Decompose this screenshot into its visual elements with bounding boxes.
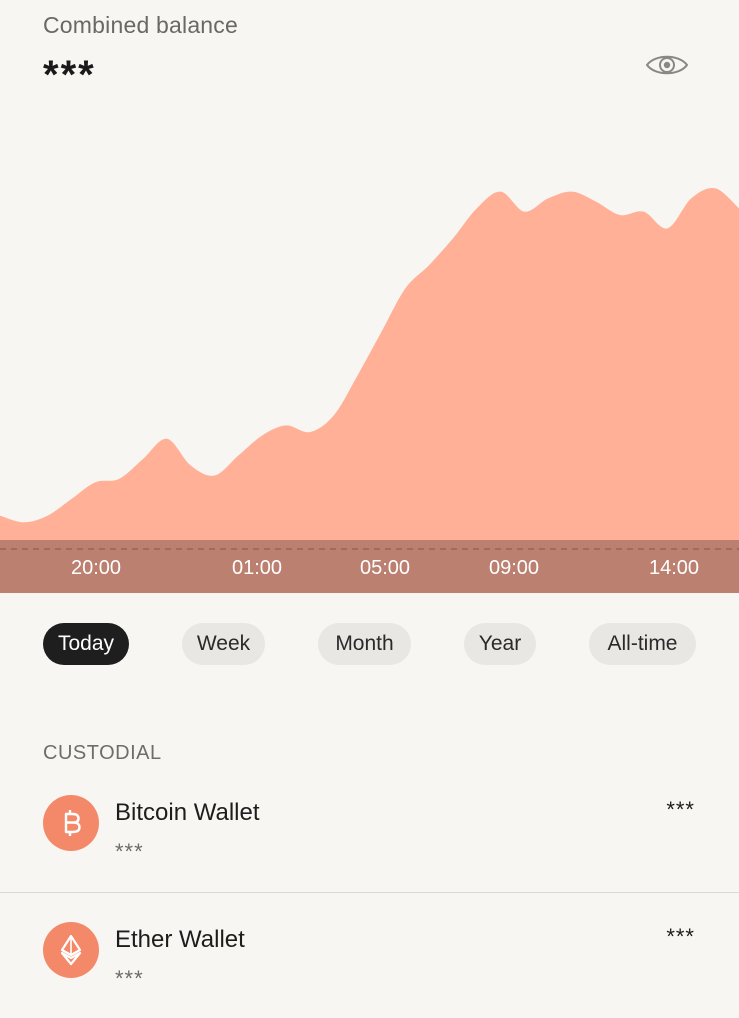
wallet-sub-balance: *** <box>115 966 144 991</box>
ether-icon <box>43 922 99 978</box>
time-axis-label: 05:00 <box>360 557 410 579</box>
range-all-time[interactable]: All-time <box>589 623 696 665</box>
time-axis-label: 01:00 <box>232 557 282 579</box>
wallet-amount: *** <box>666 797 695 822</box>
combined-balance-value: *** <box>43 53 96 97</box>
ether-wallet-row[interactable]: Ether Wallet *** *** <box>0 922 739 1018</box>
eye-icon[interactable] <box>645 50 689 80</box>
time-axis-label: 20:00 <box>71 557 121 579</box>
balance-area <box>0 187 739 593</box>
wallet-name: Ether Wallet <box>115 926 245 953</box>
wallet-sub-balance: *** <box>115 839 144 864</box>
range-week[interactable]: Week <box>182 623 265 665</box>
bitcoin-wallet-row[interactable]: Bitcoin Wallet *** *** <box>0 795 739 891</box>
range-today[interactable]: Today <box>43 623 129 665</box>
bitcoin-icon <box>43 795 99 851</box>
time-axis-label: 09:00 <box>489 557 539 579</box>
range-year[interactable]: Year <box>464 623 536 665</box>
balance-chart-svg: 20:00 01:00 05:00 09:00 14:00 <box>0 187 739 593</box>
time-range-selector: Today Week Month Year All-time <box>0 623 739 665</box>
balance-chart: 20:00 01:00 05:00 09:00 14:00 <box>0 100 739 593</box>
header: Combined balance *** <box>43 12 739 98</box>
divider <box>0 892 739 893</box>
range-month[interactable]: Month <box>318 623 411 665</box>
custodial-section-label: CUSTODIAL <box>43 742 162 764</box>
wallet-name: Bitcoin Wallet <box>115 799 260 826</box>
time-axis-label: 14:00 <box>649 557 699 579</box>
wallet-amount: *** <box>666 924 695 949</box>
page-title: Combined balance <box>43 12 238 38</box>
